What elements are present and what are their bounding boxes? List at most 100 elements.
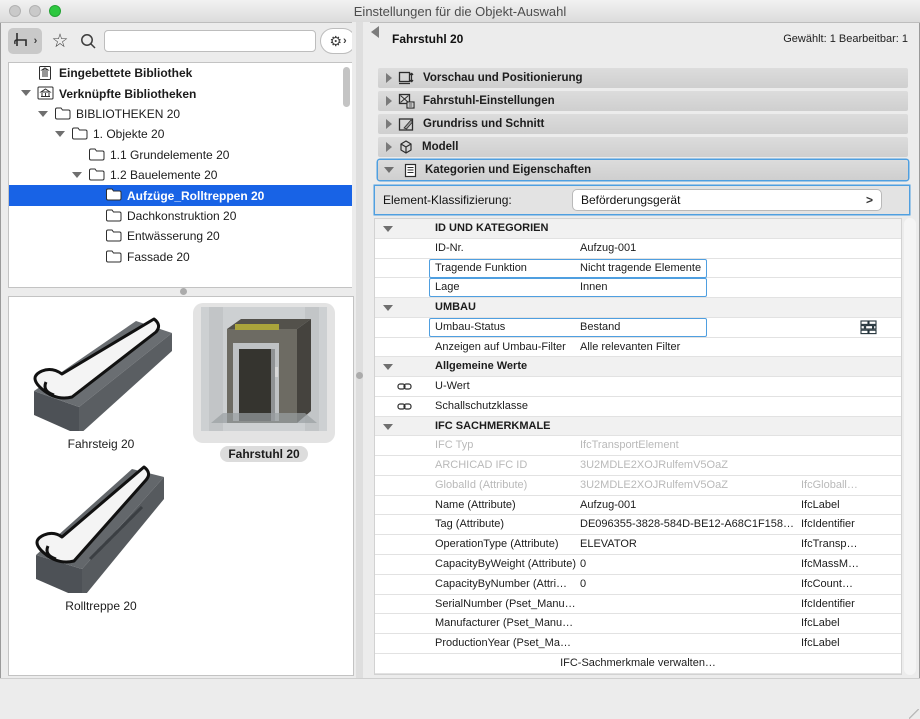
tree-scrollbar[interactable]: [343, 67, 350, 107]
splitter-handle[interactable]: [180, 288, 187, 295]
section-modell[interactable]: Modell: [378, 137, 908, 157]
tree-item-bibliotheken-20[interactable]: BIBLIOTHEKEN 20: [9, 104, 353, 124]
property-value[interactable]: Innen: [580, 281, 608, 293]
properties-scrollbar[interactable]: [904, 218, 916, 675]
table-group-umbau[interactable]: UMBAU: [375, 298, 901, 318]
splitter-handle[interactable]: [356, 372, 363, 379]
linked-libraries-icon: [37, 85, 54, 103]
table-row-manage-ifc[interactable]: IFC-Sachmerkmale verwalten…: [375, 654, 901, 674]
folder-icon: [88, 167, 105, 184]
table-group-allgemeine-werte[interactable]: Allgemeine Werte: [375, 357, 901, 377]
thumbnail-label: Fahrstuhl 20: [193, 447, 335, 461]
property-label: Manufacturer (Pset_Manu…: [435, 617, 573, 629]
collapse-triangle-icon[interactable]: [55, 131, 65, 137]
rolltreppe-preview-image: [21, 463, 181, 595]
section-kategorien-eigenschaften[interactable]: Kategorien und Eigenschaften: [378, 160, 908, 180]
thumbnail-fahrsteig[interactable]: Fahrsteig 20: [21, 303, 181, 451]
property-value[interactable]: Nicht tragende Elemente: [580, 262, 701, 274]
property-value: 3U2MDLE2XOJRulfemV5OaZ: [580, 479, 728, 491]
table-row[interactable]: Lage Innen: [375, 278, 901, 298]
property-label: Lage: [435, 281, 459, 293]
collapsed-triangle-icon: [386, 142, 392, 152]
settings-menu-button[interactable]: ⚙ ›: [320, 28, 356, 54]
table-group-id-kategorien[interactable]: ID UND KATEGORIEN: [375, 219, 901, 239]
table-row[interactable]: CapacityByNumber (Attri… 0 IfcCount…: [375, 575, 901, 595]
table-row[interactable]: Umbau-Status Bestand: [375, 318, 901, 338]
property-label: SerialNumber (Pset_Manu…: [435, 598, 576, 610]
table-row[interactable]: Anzeigen auf Umbau-Filter Alle relevante…: [375, 338, 901, 358]
section-label: Modell: [422, 141, 458, 153]
tree-item-label: Aufzüge_Rolltreppen 20: [127, 189, 264, 203]
property-type: IfcLabel: [801, 637, 840, 649]
favorites-button[interactable]: ☆: [46, 28, 74, 54]
tree-item-objekte-20[interactable]: 1. Objekte 20: [9, 124, 353, 144]
embedded-library-icon: [37, 65, 53, 84]
property-type: IfcMassM…: [801, 558, 859, 570]
property-value[interactable]: ELEVATOR: [580, 538, 637, 550]
collapse-triangle-icon[interactable]: [72, 172, 82, 178]
search-button[interactable]: [76, 28, 100, 54]
manage-ifc-link[interactable]: IFC-Sachmerkmale verwalten…: [375, 657, 901, 669]
window-title: Einstellungen für die Objekt-Auswahl: [0, 4, 920, 19]
property-label: OperationType (Attribute): [435, 538, 559, 550]
table-row[interactable]: Tragende Funktion Nicht tragende Element…: [375, 259, 901, 279]
group-triangle-icon[interactable]: [383, 226, 393, 232]
tree-item-dachkonstruktion-20[interactable]: Dachkonstruktion 20: [9, 206, 353, 226]
section-fahrstuhl-einstellungen[interactable]: Fahrstuhl-Einstellungen: [378, 91, 908, 111]
tree-item-bauelemente-20[interactable]: 1.2 Bauelemente 20: [9, 165, 353, 185]
table-row[interactable]: ID-Nr. Aufzug-001: [375, 239, 901, 259]
table-row[interactable]: Schallschutzklasse: [375, 397, 901, 417]
property-type: IfcLabel: [801, 617, 840, 629]
table-row[interactable]: SerialNumber (Pset_Manu… IfcIdentifier: [375, 595, 901, 615]
object-tool-button[interactable]: ›: [8, 28, 42, 54]
table-group-ifc-sachmerkmale[interactable]: IFC SACHMERKMALE: [375, 417, 901, 437]
window-resize-grip[interactable]: [909, 709, 919, 719]
section-grundriss-schnitt[interactable]: Grundriss und Schnitt: [378, 114, 908, 134]
thumbnail-rolltreppe[interactable]: Rolltreppe 20: [21, 463, 181, 613]
property-value[interactable]: Alle relevanten Filter: [580, 341, 680, 353]
property-label: GlobalId (Attribute): [435, 479, 527, 491]
property-label: ID-Nr.: [435, 242, 464, 254]
property-value[interactable]: 0: [580, 558, 586, 570]
classification-dropdown[interactable]: Beförderungsgerät >: [572, 189, 882, 211]
table-row[interactable]: OperationType (Attribute) ELEVATOR IfcTr…: [375, 535, 901, 555]
tree-item-aufzuege-rolltreppen-20[interactable]: Aufzüge_Rolltreppen 20: [9, 185, 353, 205]
section-vorschau-positionierung[interactable]: Vorschau und Positionierung: [378, 68, 908, 88]
table-row[interactable]: Name (Attribute) Aufzug-001 IfcLabel: [375, 496, 901, 516]
title-bar[interactable]: Einstellungen für die Objekt-Auswahl: [0, 0, 920, 23]
table-row[interactable]: CapacityByWeight (Attribute) 0 IfcMassM…: [375, 555, 901, 575]
tree-item-linked-libraries[interactable]: Verknüpfte Bibliotheken: [9, 83, 353, 103]
section-label: Vorschau und Positionierung: [423, 72, 583, 84]
property-value[interactable]: Bestand: [580, 321, 620, 333]
thumbnail-label: Fahrsteig 20: [21, 437, 181, 451]
collapse-triangle-icon[interactable]: [21, 90, 31, 96]
horizontal-splitter[interactable]: [8, 288, 354, 296]
search-input[interactable]: [104, 30, 316, 52]
dialog-footer: › 40 Aufzug > Abbrechen OK: [0, 678, 920, 719]
table-row[interactable]: Manufacturer (Pset_Manu… IfcLabel: [375, 614, 901, 634]
thumbnail-fahrstuhl[interactable]: Fahrstuhl 20: [193, 303, 335, 461]
table-row[interactable]: ProductionYear (Pset_Ma… IfcLabel: [375, 634, 901, 654]
group-triangle-icon[interactable]: [383, 364, 393, 370]
collapse-panel-arrow-icon[interactable]: [371, 26, 379, 38]
property-label: IFC Typ: [435, 439, 473, 451]
group-triangle-icon[interactable]: [383, 424, 393, 430]
property-value[interactable]: DE096355-3828-584D-BE12-A68C1F158…: [580, 518, 794, 530]
tree-item-grundelemente-20[interactable]: 1.1 Grundelemente 20: [9, 145, 353, 165]
vertical-splitter[interactable]: [352, 22, 370, 678]
table-row[interactable]: Tag (Attribute) DE096355-3828-584D-BE12-…: [375, 515, 901, 535]
renovation-brick-icon[interactable]: [860, 320, 877, 338]
classification-value: Beförderungsgerät: [581, 193, 866, 207]
tree-item-entwaesserung-20[interactable]: Entwässerung 20: [9, 226, 353, 246]
collapse-triangle-icon[interactable]: [38, 111, 48, 117]
group-label: UMBAU: [435, 301, 476, 313]
group-label: IFC SACHMERKMALE: [435, 420, 551, 432]
tree-item-embedded-library[interactable]: Eingebettete Bibliothek: [9, 63, 353, 83]
selected-object-title: Fahrstuhl 20: [392, 32, 463, 46]
tree-item-fassade-20[interactable]: Fassade 20: [9, 247, 353, 267]
table-row[interactable]: U-Wert: [375, 377, 901, 397]
property-value[interactable]: Aufzug-001: [580, 242, 636, 254]
group-triangle-icon[interactable]: [383, 305, 393, 311]
property-value[interactable]: 0: [580, 578, 586, 590]
property-value[interactable]: Aufzug-001: [580, 499, 636, 511]
